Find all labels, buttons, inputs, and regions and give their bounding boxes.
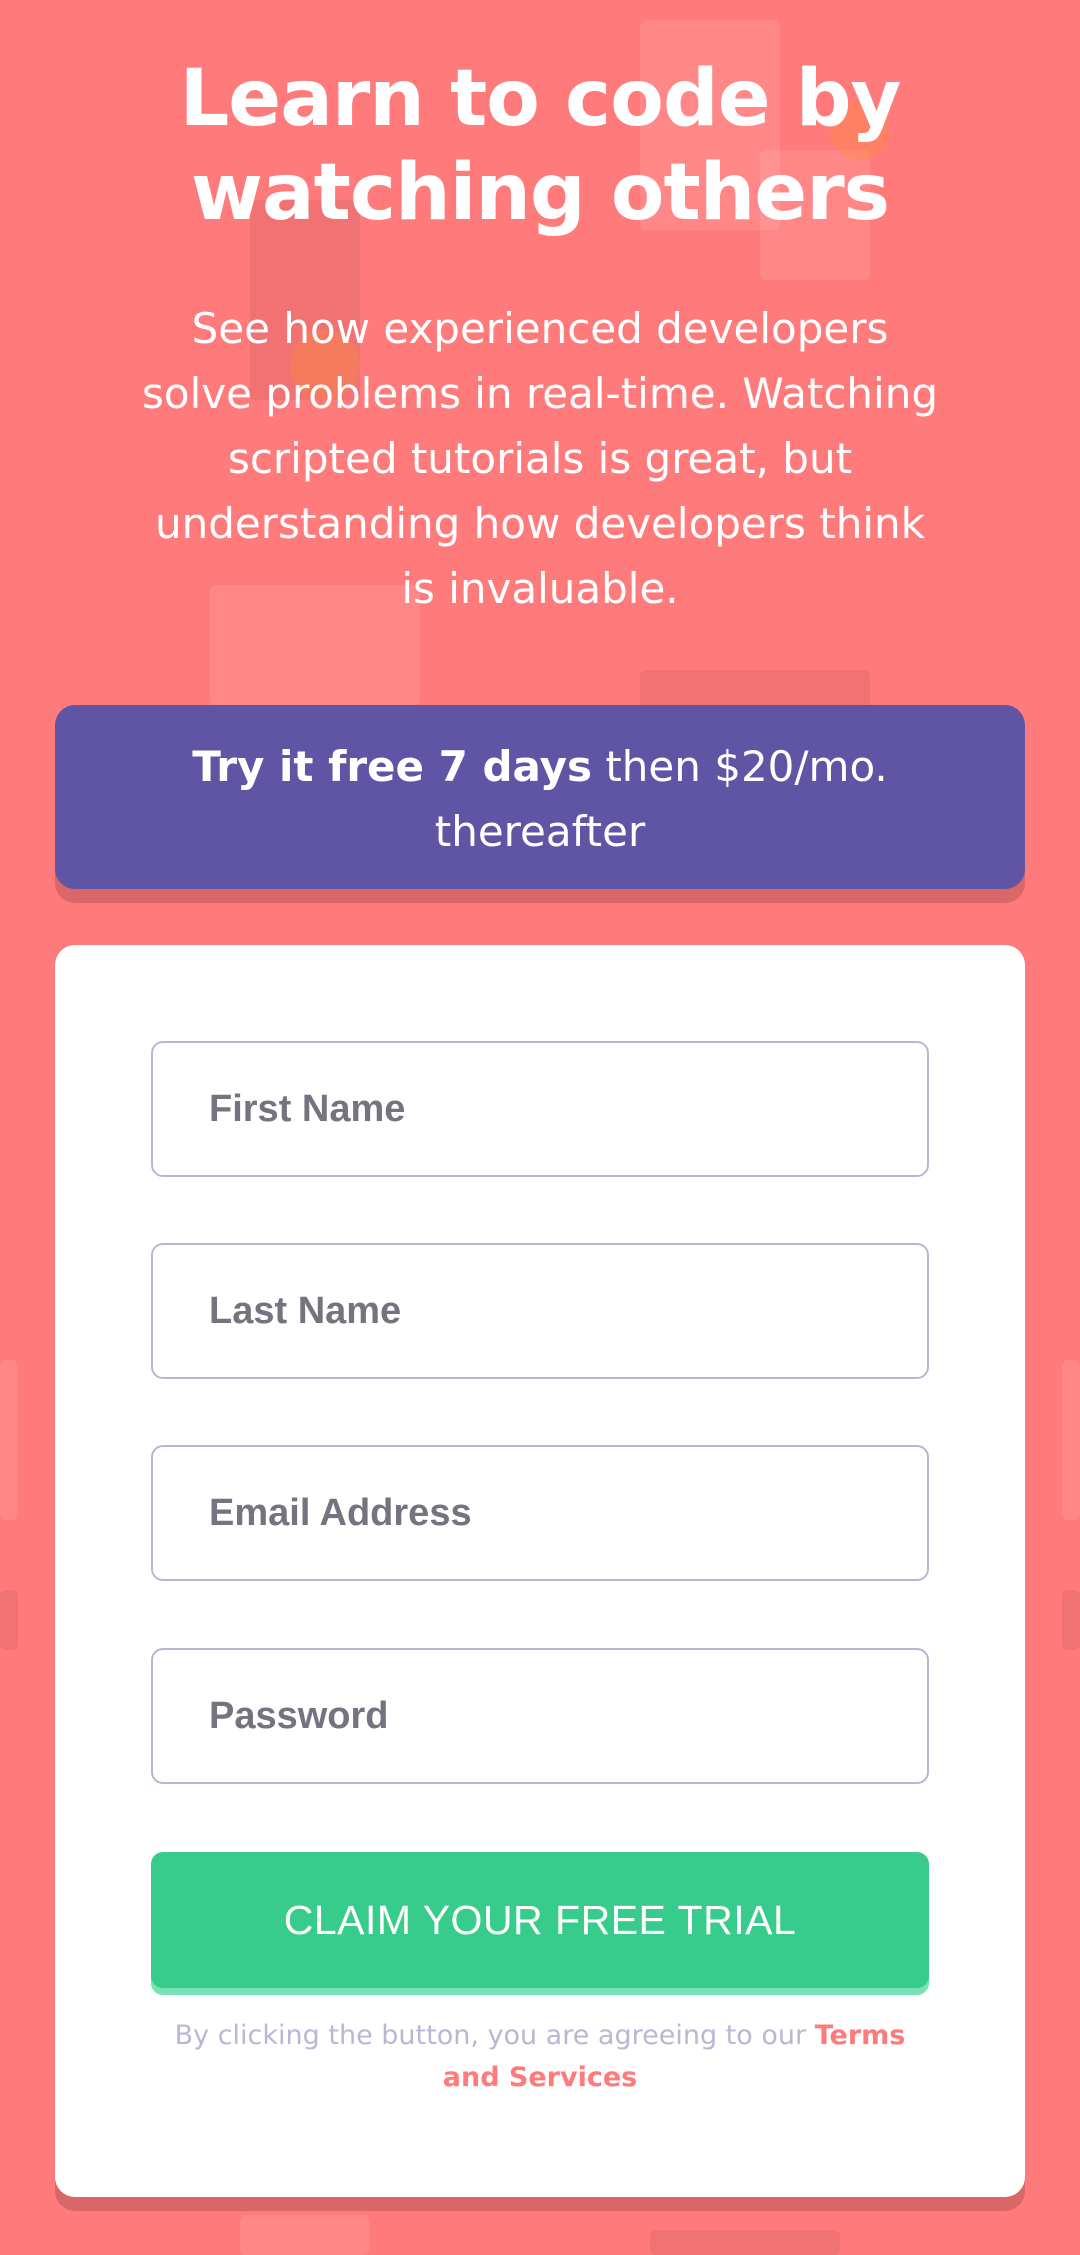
- terms-notice: By clicking the button, you are agreeing…: [151, 2015, 929, 2099]
- hero-title: Learn to code by watching others: [179, 54, 902, 238]
- email-field: [151, 1445, 929, 1581]
- last-name-input[interactable]: [209, 1245, 927, 1377]
- terms-prefix-text: By clicking the button, you are agreeing…: [174, 2020, 815, 2051]
- first-name-input[interactable]: [209, 1043, 927, 1175]
- hero-description: See how experienced developers solve pro…: [142, 304, 938, 613]
- last-name-field: [151, 1243, 929, 1379]
- offer-banner: Try it free 7 days then $20/mo. thereaft…: [55, 705, 1025, 889]
- first-name-field: [151, 1041, 929, 1177]
- offer-highlight: Try it free 7 days: [192, 742, 592, 791]
- landing-page: Learn to code by watching others See how…: [0, 0, 1080, 2255]
- email-input[interactable]: [209, 1447, 927, 1579]
- password-field: [151, 1648, 929, 1784]
- signup-form: CLAIM YOUR FREE TRIAL By clicking the bu…: [55, 945, 1025, 2197]
- claim-free-trial-button[interactable]: CLAIM YOUR FREE TRIAL: [151, 1852, 929, 1988]
- password-input[interactable]: [209, 1650, 927, 1782]
